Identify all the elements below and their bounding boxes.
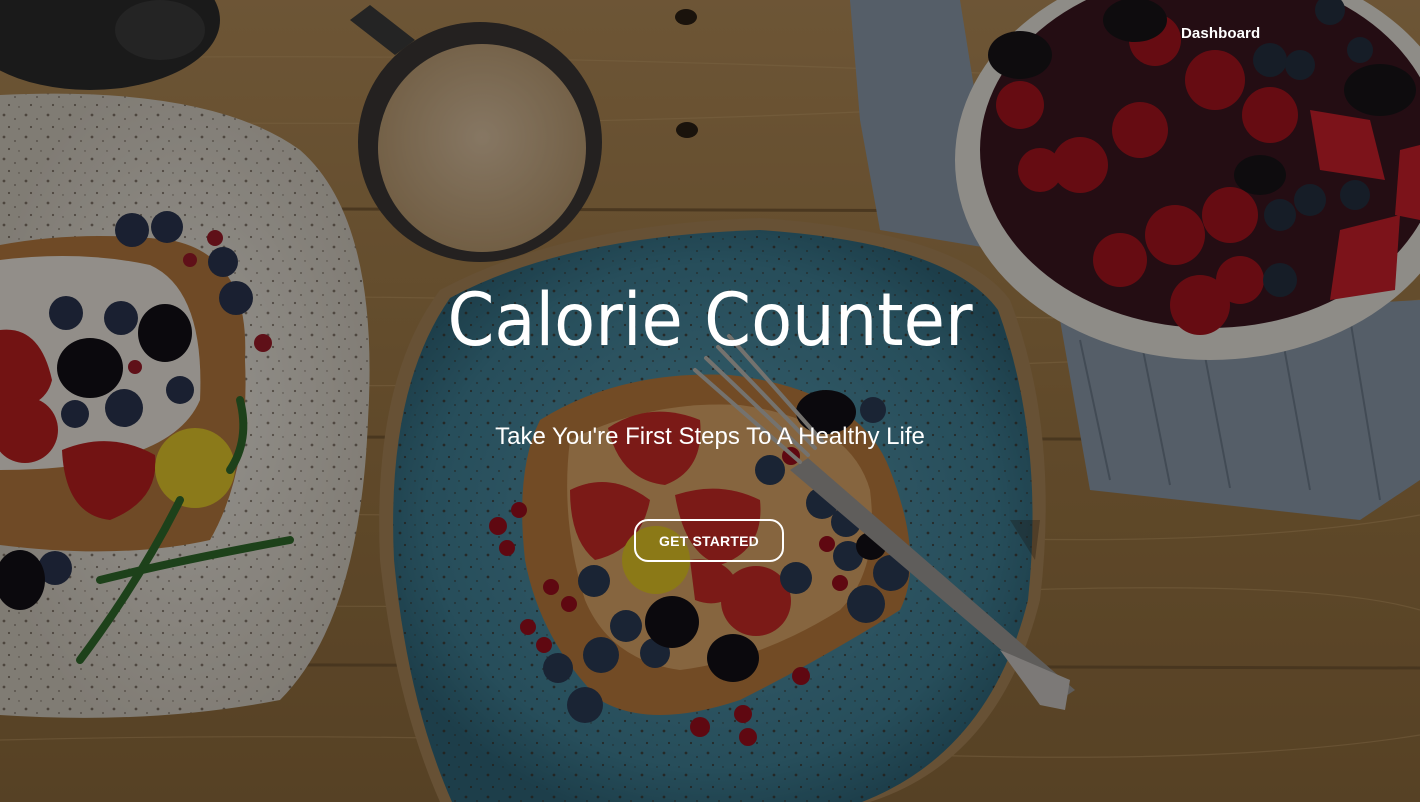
hero-subtitle: Take You're First Steps To A Healthy Lif… bbox=[495, 423, 925, 450]
nav-link-dashboard[interactable]: Dashboard bbox=[1181, 25, 1260, 42]
hero-title: Calorie Counter bbox=[447, 278, 973, 363]
hero-section: Dashboard Calorie Counter Take You're Fi… bbox=[0, 0, 1420, 802]
hero-dark-overlay bbox=[0, 0, 1420, 802]
get-started-button[interactable]: GET STARTED bbox=[634, 519, 784, 562]
